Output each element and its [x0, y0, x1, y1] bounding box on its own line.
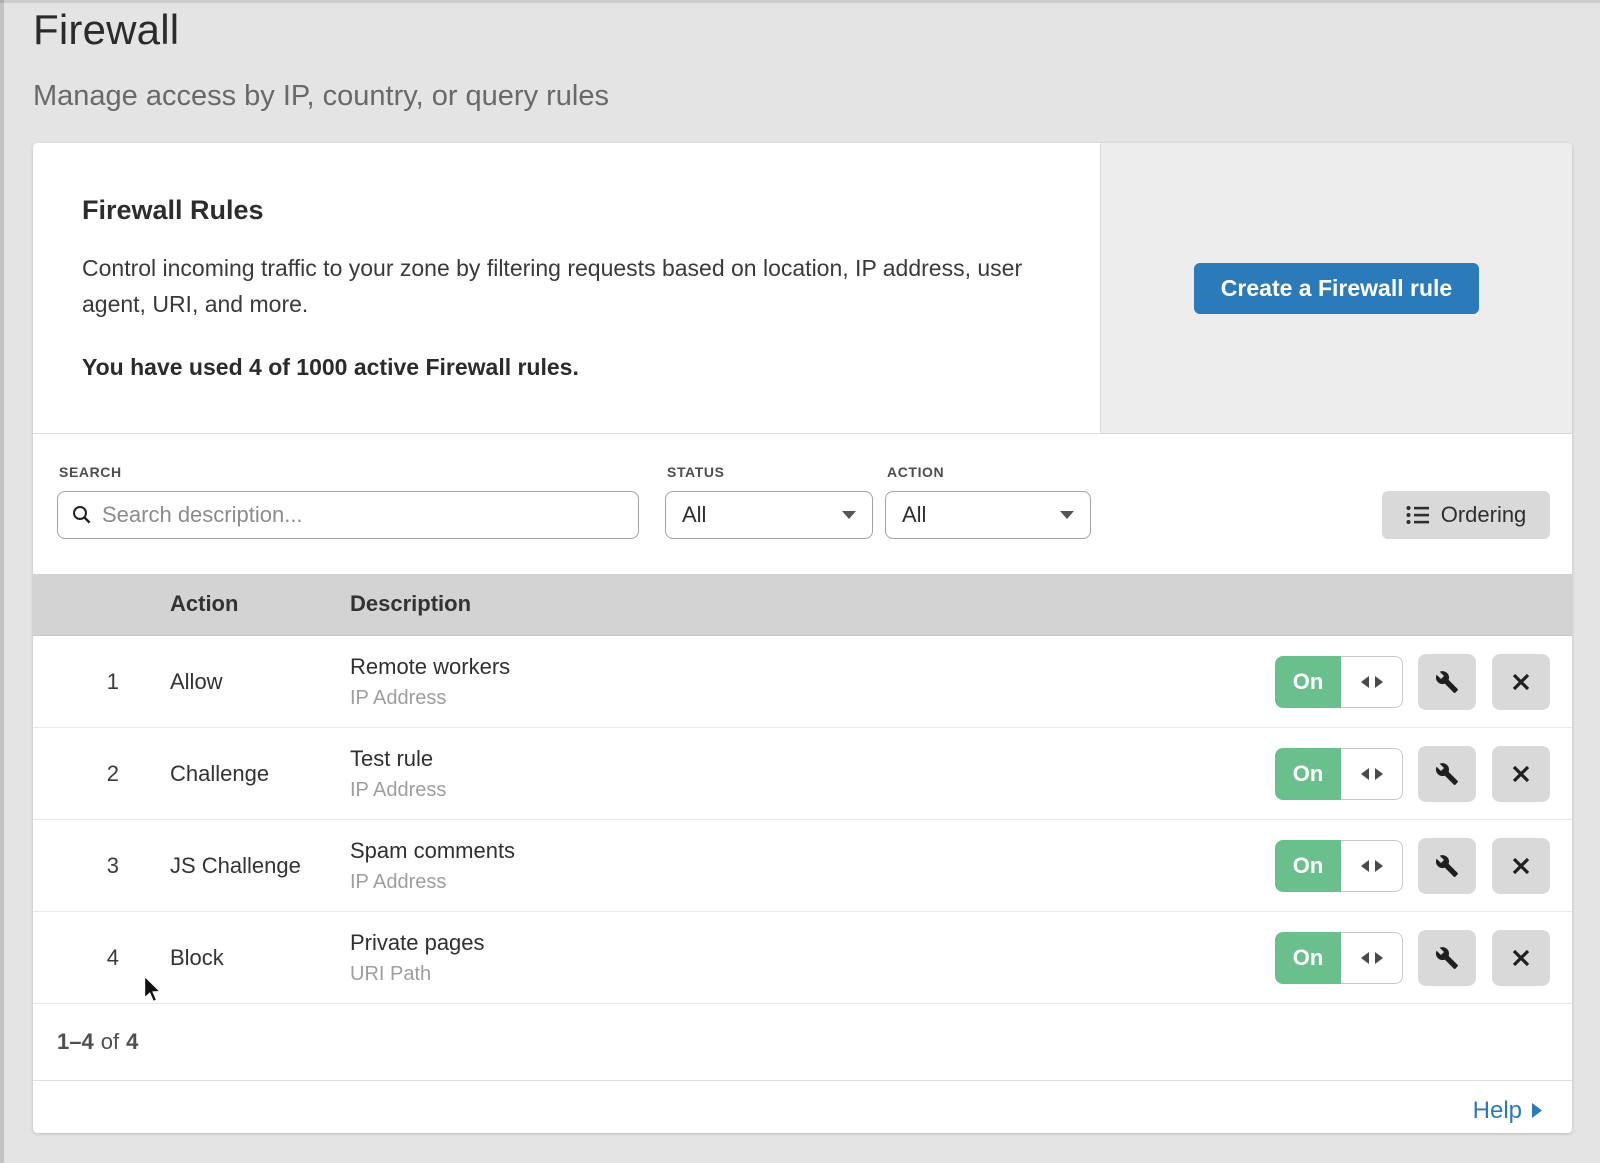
- chevron-down-icon: [1060, 511, 1074, 519]
- create-rule-panel: Create a Firewall rule: [1100, 143, 1572, 434]
- action-label: ACTION: [887, 464, 944, 480]
- card-top-section: Firewall Rules Control incoming traffic …: [33, 143, 1572, 434]
- rule-match-type: IP Address: [350, 687, 510, 710]
- edit-rule-button[interactable]: [1418, 838, 1476, 894]
- ordering-button[interactable]: Ordering: [1382, 491, 1550, 539]
- status-select[interactable]: All: [665, 491, 873, 539]
- search-input[interactable]: [102, 502, 624, 528]
- edit-rule-button[interactable]: [1418, 746, 1476, 802]
- column-header-action: Action: [170, 591, 238, 617]
- create-firewall-rule-button[interactable]: Create a Firewall rule: [1194, 263, 1479, 314]
- firewall-rules-card: Firewall Rules Control incoming traffic …: [33, 143, 1572, 1133]
- rule-enabled-toggle[interactable]: On: [1275, 840, 1403, 892]
- ordering-button-label: Ordering: [1441, 502, 1527, 528]
- rule-title: Test rule: [350, 746, 446, 772]
- rule-title: Spam comments: [350, 838, 515, 864]
- column-header-description: Description: [350, 591, 471, 617]
- rule-controls: On: [1275, 728, 1550, 820]
- pagination: 1–4 of 4: [33, 1004, 1572, 1081]
- rule-controls: On: [1275, 636, 1550, 728]
- rule-enabled-toggle[interactable]: On: [1275, 932, 1403, 984]
- delete-rule-button[interactable]: [1492, 746, 1550, 802]
- usage-note: You have used 4 of 1000 active Firewall …: [82, 354, 1082, 381]
- rule-match-type: URI Path: [350, 963, 485, 986]
- rule-controls: On: [1275, 820, 1550, 912]
- edit-rule-button[interactable]: [1418, 930, 1476, 986]
- edit-rule-button[interactable]: [1418, 654, 1476, 710]
- rule-enabled-toggle[interactable]: On: [1275, 656, 1403, 708]
- rule-title: Remote workers: [350, 654, 510, 680]
- wrench-icon: [1435, 946, 1459, 970]
- rule-number: 4: [33, 912, 119, 1004]
- x-icon: [1511, 948, 1531, 968]
- page-title: Firewall: [33, 6, 179, 54]
- table-row: 3 JS Challenge Spam comments IP Address …: [33, 820, 1572, 912]
- search-field[interactable]: [57, 491, 639, 539]
- toggle-arrows-icon: [1341, 656, 1403, 708]
- rule-description: Spam comments IP Address: [350, 820, 515, 912]
- card-description: Control incoming traffic to your zone by…: [82, 250, 1042, 322]
- rule-action: JS Challenge: [170, 820, 301, 912]
- status-label: STATUS: [667, 464, 725, 480]
- pagination-total: 4: [126, 1029, 138, 1055]
- toggle-arrows-icon: [1341, 748, 1403, 800]
- card-heading: Firewall Rules: [82, 195, 1082, 226]
- delete-rule-button[interactable]: [1492, 654, 1550, 710]
- toggle-arrows-icon: [1341, 932, 1403, 984]
- delete-rule-button[interactable]: [1492, 838, 1550, 894]
- table-row: 4 Block Private pages URI Path On: [33, 912, 1572, 1004]
- rule-number: 3: [33, 820, 119, 912]
- rule-description: Test rule IP Address: [350, 728, 446, 820]
- table-header: Action Description: [33, 574, 1572, 636]
- chevron-down-icon: [842, 511, 856, 519]
- wrench-icon: [1435, 670, 1459, 694]
- rule-enabled-toggle[interactable]: On: [1275, 748, 1403, 800]
- rule-description: Private pages URI Path: [350, 912, 485, 1004]
- pagination-of: of: [101, 1029, 119, 1055]
- rule-match-type: IP Address: [350, 871, 515, 894]
- rule-title: Private pages: [350, 930, 485, 956]
- table-row: 1 Allow Remote workers IP Address On: [33, 636, 1572, 728]
- x-icon: [1511, 764, 1531, 784]
- help-link[interactable]: Help: [1473, 1097, 1542, 1125]
- toggle-arrows-icon: [1341, 840, 1403, 892]
- rule-action: Allow: [170, 636, 223, 728]
- rule-action: Challenge: [170, 728, 269, 820]
- page-subtitle: Manage access by IP, country, or query r…: [33, 80, 609, 113]
- search-label: SEARCH: [59, 464, 122, 480]
- window-edge-left: [0, 0, 4, 1163]
- toggle-on-label: On: [1275, 932, 1341, 984]
- action-select[interactable]: All: [885, 491, 1091, 539]
- card-intro: Firewall Rules Control incoming traffic …: [82, 195, 1082, 381]
- help-link-label: Help: [1473, 1097, 1522, 1125]
- x-icon: [1511, 672, 1531, 692]
- delete-rule-button[interactable]: [1492, 930, 1550, 986]
- window-edge-top: [0, 0, 1600, 3]
- rule-action: Block: [170, 912, 224, 1004]
- rule-description: Remote workers IP Address: [350, 636, 510, 728]
- toggle-on-label: On: [1275, 656, 1341, 708]
- ordering-list-icon: [1406, 505, 1430, 525]
- rule-number: 2: [33, 728, 119, 820]
- wrench-icon: [1435, 854, 1459, 878]
- rule-controls: On: [1275, 912, 1550, 1004]
- status-select-value: All: [682, 502, 706, 528]
- search-icon: [72, 505, 92, 525]
- action-select-value: All: [902, 502, 926, 528]
- help-arrow-icon: [1532, 1103, 1542, 1118]
- toggle-on-label: On: [1275, 748, 1341, 800]
- x-icon: [1511, 856, 1531, 876]
- wrench-icon: [1435, 762, 1459, 786]
- toggle-on-label: On: [1275, 840, 1341, 892]
- table-row: 2 Challenge Test rule IP Address On: [33, 728, 1572, 820]
- pagination-range: 1–4: [57, 1029, 94, 1055]
- rule-match-type: IP Address: [350, 779, 446, 802]
- filter-bar: SEARCH STATUS All ACTION All: [33, 434, 1572, 574]
- card-footer: Help: [33, 1081, 1572, 1140]
- rule-number: 1: [33, 636, 119, 728]
